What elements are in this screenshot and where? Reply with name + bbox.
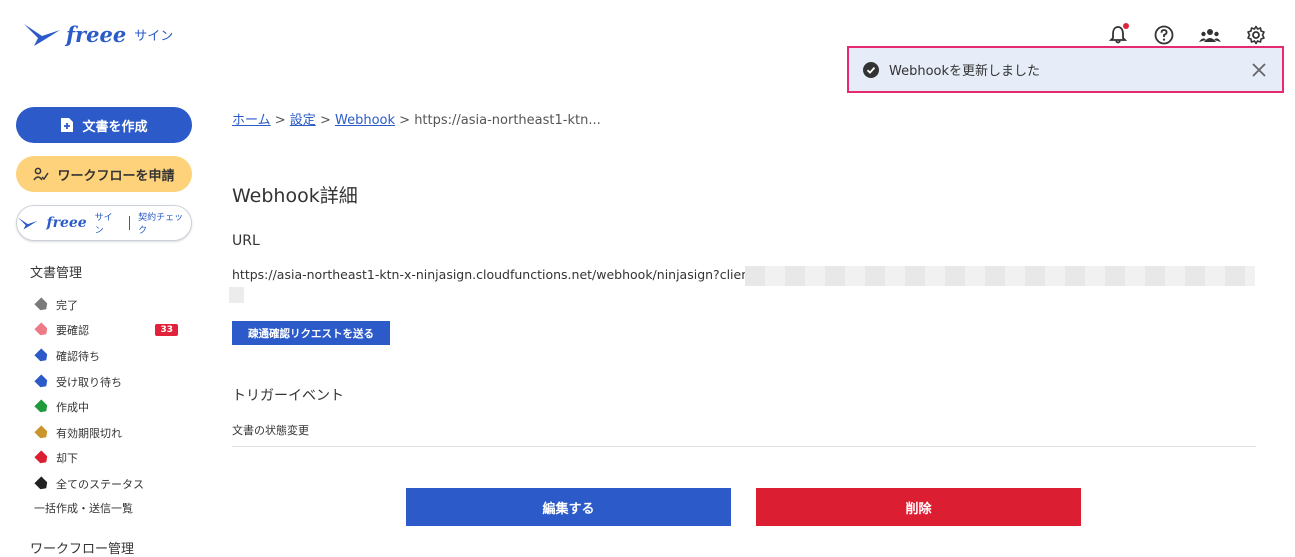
tag-icon — [34, 425, 50, 441]
check-suffix: 契約チェック — [138, 213, 184, 236]
sidebar-status-label: 作成中 — [56, 401, 89, 415]
check-logo-word: freee — [46, 215, 87, 231]
gear-icon[interactable] — [1245, 24, 1267, 46]
url-label: URL — [232, 233, 260, 249]
tag-icon — [34, 297, 50, 313]
sidebar-status-item[interactable]: 却下 — [36, 446, 186, 472]
sidebar-status-item[interactable]: 要確認 33 — [36, 318, 186, 344]
bird-logo-icon — [18, 217, 38, 230]
create-document-label: 文書を作成 — [82, 119, 148, 135]
logo-word: freee — [66, 21, 127, 47]
create-document-button[interactable]: 文書を作成 — [16, 107, 192, 143]
bird-logo-icon — [24, 24, 60, 46]
workflow-request-button[interactable]: ワークフローを申請 — [16, 156, 192, 192]
sidebar-status-item[interactable]: 有効期限切れ — [36, 420, 186, 446]
bulk-send-link[interactable]: 一括作成・送信一覧 — [34, 500, 133, 516]
redacted-client-id-tail — [229, 287, 244, 303]
sidebar-status-item[interactable]: 受け取り待ち — [36, 369, 186, 395]
sidebar-status-item[interactable]: 全てのステータス — [36, 471, 186, 497]
bell-icon[interactable] — [1107, 23, 1129, 46]
sidebar-status-item[interactable]: 作成中 — [36, 394, 186, 420]
redacted-client-id — [745, 266, 1255, 286]
test-request-button[interactable]: 疎通確認リクエストを送る — [232, 321, 390, 345]
sidebar-status-label: 有効期限切れ — [56, 426, 122, 440]
notification-dot — [1123, 23, 1129, 29]
edit-button[interactable]: 編集する — [406, 488, 731, 526]
workflow-request-label: ワークフローを申請 — [57, 168, 175, 184]
tag-icon — [34, 374, 50, 390]
tag-icon — [34, 348, 50, 364]
sidebar-status-item[interactable]: 確認待ち — [36, 343, 186, 369]
breadcrumb-webhook[interactable]: Webhook — [335, 113, 395, 128]
sidebar-status-label: 完了 — [56, 298, 78, 312]
help-icon[interactable] — [1153, 24, 1175, 46]
breadcrumb-home[interactable]: ホーム — [232, 113, 271, 128]
freee-sign-logo[interactable]: freee サイン — [22, 20, 173, 48]
section-divider — [232, 446, 1256, 447]
trigger-value: 文書の状態変更 — [232, 424, 309, 437]
team-icon[interactable] — [1199, 24, 1221, 46]
breadcrumb-current: https://asia-northeast1-ktn... — [414, 113, 601, 128]
contract-check-button[interactable]: freee サイン 契約チェック — [16, 205, 192, 241]
divider — [129, 216, 131, 230]
document-management-heading: 文書管理 — [30, 266, 83, 281]
toast-message: Webhookを更新しました — [889, 64, 1041, 79]
tag-icon — [34, 399, 50, 415]
close-icon[interactable] — [1250, 61, 1268, 79]
workflow-management-heading: ワークフロー管理 — [30, 542, 135, 557]
breadcrumb-settings[interactable]: 設定 — [290, 113, 316, 128]
sidebar-status-label: 確認待ち — [56, 349, 100, 363]
sidebar-status-label: 受け取り待ち — [56, 375, 122, 389]
tag-icon — [34, 476, 50, 492]
count-badge: 33 — [155, 324, 178, 337]
sidebar-status-item[interactable]: 完了 — [36, 292, 186, 318]
url-value: https://asia-northeast1-ktn-x-ninjasign.… — [232, 267, 765, 282]
sidebar-status-label: 全てのステータス — [56, 477, 144, 491]
header-icons — [1107, 23, 1267, 46]
delete-button[interactable]: 削除 — [756, 488, 1081, 526]
person-sign-icon — [33, 167, 50, 181]
sidebar-status-label: 要確認 — [56, 324, 89, 338]
success-toast: Webhookを更新しました — [847, 46, 1284, 93]
check-logo-sub: サイン — [94, 213, 113, 236]
trigger-label: トリガーイベント — [232, 388, 344, 404]
file-plus-icon — [61, 118, 74, 132]
tag-icon — [34, 451, 50, 467]
sidebar-status-label: 却下 — [56, 452, 78, 466]
check-circle-icon — [863, 61, 879, 78]
page-title: Webhook詳細 — [232, 185, 358, 207]
tag-icon — [34, 323, 50, 339]
breadcrumb: ホーム > 設定 > Webhook > https://asia-northe… — [232, 113, 601, 128]
status-nav: 完了要確認 33 確認待ち受け取り待ち 作成中有効期限切れ 却下全てのステータス — [36, 292, 186, 497]
logo-sub: サイン — [134, 28, 174, 44]
